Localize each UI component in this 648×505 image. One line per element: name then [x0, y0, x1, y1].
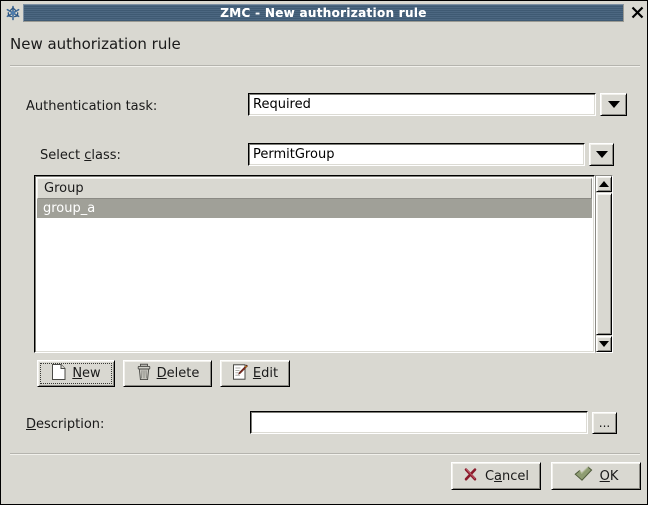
- select-class-dropdown-button[interactable]: [589, 143, 614, 166]
- arrow-down-icon: [599, 341, 609, 347]
- select-class-label-prefix: Select: [40, 148, 85, 163]
- new-button-label: New: [72, 366, 101, 381]
- chevron-down-icon: [595, 151, 608, 158]
- scrollbar-thumb[interactable]: [596, 193, 612, 335]
- list-scrollbar[interactable]: [595, 175, 613, 353]
- select-class-label-suffix: lass:: [91, 148, 121, 163]
- ok-button[interactable]: OK: [551, 462, 641, 490]
- dialog-window: ZMC - New authorization rule New authori…: [0, 0, 648, 505]
- description-label-suffix: escription:: [36, 417, 105, 432]
- authentication-task-label: Authentication task:: [26, 99, 158, 114]
- window-title: ZMC - New authorization rule: [220, 5, 427, 20]
- trash-can-icon: [136, 363, 152, 385]
- chevron-down-icon: [607, 101, 620, 108]
- cancel-button-label: Cancel: [484, 468, 530, 484]
- select-class-value: PermitGroup: [253, 147, 335, 162]
- red-x-icon: [463, 467, 478, 486]
- edit-pencil-icon: [232, 363, 248, 385]
- snowflake-icon: [3, 3, 23, 23]
- scroll-down-button[interactable]: [596, 336, 612, 352]
- select-class-combo-input[interactable]: PermitGroup: [248, 143, 585, 166]
- cancel-button[interactable]: Cancel: [451, 462, 541, 490]
- new-document-icon: [51, 363, 67, 385]
- list-item-group-name: group_a: [43, 201, 96, 216]
- group-list[interactable]: Group group_a: [34, 175, 595, 353]
- edit-button[interactable]: Edit: [220, 360, 290, 387]
- description-label-accel: D: [26, 417, 37, 432]
- scroll-up-button[interactable]: [596, 176, 612, 192]
- header-divider: [10, 65, 640, 67]
- title-bar: ZMC - New authorization rule: [2, 2, 647, 23]
- close-x-glyph: [631, 6, 643, 19]
- authentication-task-value: Required: [253, 97, 311, 112]
- delete-button[interactable]: Delete: [123, 360, 212, 387]
- list-column-header-group-label: Group: [44, 181, 84, 196]
- green-check-icon: [574, 466, 593, 486]
- page-title: New authorization rule: [10, 35, 181, 53]
- select-class-label: Select class:: [40, 148, 121, 163]
- description-label: Description:: [26, 417, 104, 432]
- list-column-header-group[interactable]: Group: [37, 178, 592, 199]
- footer-divider: [10, 453, 640, 455]
- authentication-task-combo-input[interactable]: Required: [248, 93, 596, 116]
- close-icon[interactable]: [626, 2, 647, 23]
- edit-button-label: Edit: [252, 366, 279, 381]
- delete-button-label: Delete: [156, 366, 200, 381]
- description-browse-button[interactable]: ...: [592, 412, 617, 434]
- title-strip[interactable]: ZMC - New authorization rule: [23, 3, 624, 22]
- ok-button-label: OK: [599, 468, 619, 484]
- description-input[interactable]: [250, 411, 588, 434]
- authentication-task-dropdown-button[interactable]: [600, 93, 627, 116]
- new-button[interactable]: New: [37, 360, 115, 387]
- arrow-up-icon: [599, 181, 609, 187]
- table-row[interactable]: group_a: [37, 199, 592, 218]
